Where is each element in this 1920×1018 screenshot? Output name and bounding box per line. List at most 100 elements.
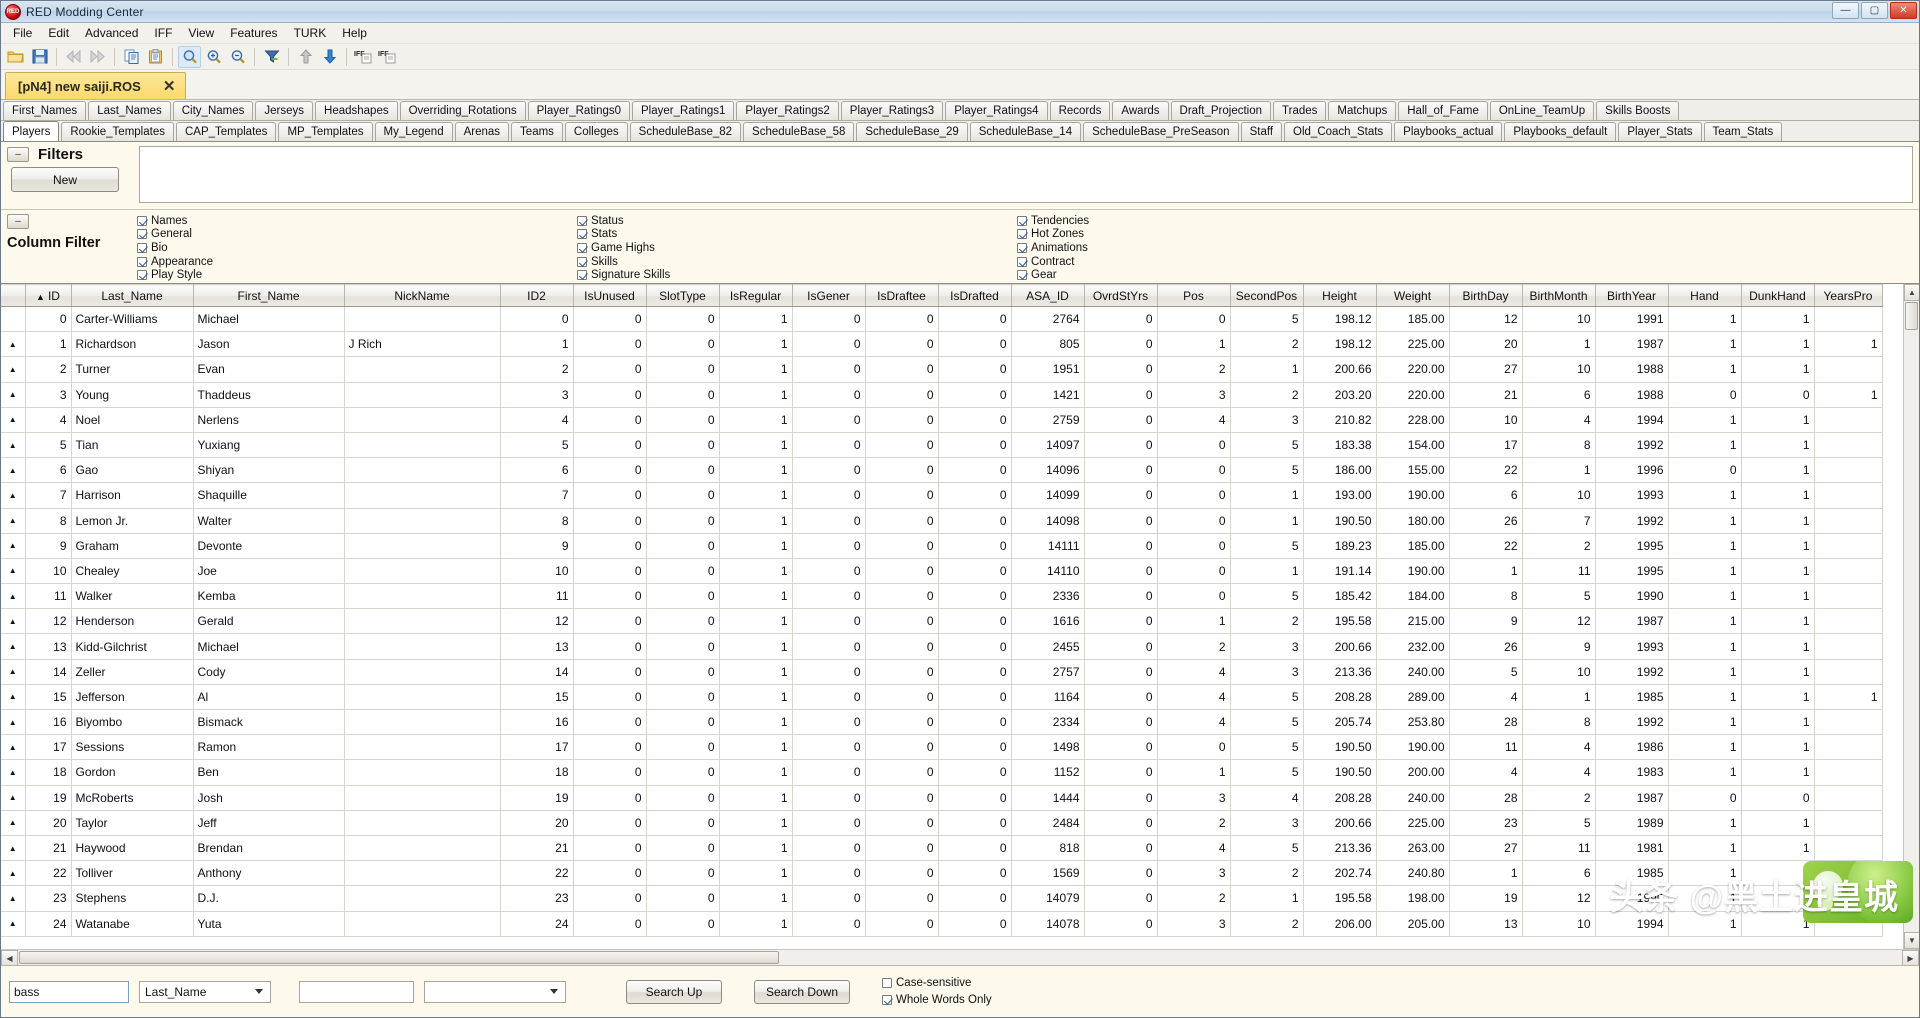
table-cell[interactable]: 21 [25, 835, 72, 862]
row-header[interactable]: ▲ [1, 482, 26, 509]
row-header[interactable]: ▲ [1, 659, 26, 685]
table-cell[interactable]: Lemon Jr. [71, 508, 194, 534]
table-cell[interactable]: 0 [1084, 810, 1158, 836]
table-cell[interactable]: Tian [71, 432, 194, 459]
table-cell[interactable]: 1421 [1011, 382, 1085, 408]
tab-schedulebase-14[interactable]: ScheduleBase_14 [969, 122, 1082, 141]
table-cell[interactable]: Haywood [71, 835, 194, 862]
table-cell[interactable]: 0 [573, 583, 647, 610]
close-button[interactable]: ✕ [1890, 2, 1917, 19]
checkbox[interactable] [577, 215, 587, 226]
table-cell[interactable]: 1991 [1595, 306, 1669, 333]
table-cell[interactable]: 0 [646, 533, 720, 559]
table-cell[interactable]: 183.38 [1303, 432, 1377, 459]
table-cell[interactable]: 5 [1230, 684, 1304, 711]
tab-online-teamup[interactable]: OnLine_TeamUp [1489, 101, 1595, 120]
row-header[interactable]: ▲ [1, 382, 26, 408]
checkbox[interactable] [137, 229, 147, 240]
table-cell[interactable]: 0 [865, 356, 939, 383]
table-cell[interactable]: 4 [1522, 734, 1596, 761]
table-cell[interactable]: 11 [500, 583, 574, 610]
table-cell[interactable]: 2757 [1011, 659, 1085, 685]
table-cell[interactable]: 2764 [1011, 306, 1085, 333]
table-cell[interactable]: 0 [1157, 432, 1231, 459]
table-cell[interactable]: 0 [792, 709, 866, 736]
table-cell[interactable]: 0 [646, 709, 720, 736]
table-cell[interactable]: 1569 [1011, 860, 1085, 887]
table-cell[interactable]: 0 [792, 810, 866, 836]
table-cell[interactable]: 0 [1084, 911, 1158, 937]
table-cell[interactable]: 9 [1522, 633, 1596, 660]
menu-item-file[interactable]: File [5, 24, 40, 42]
column-header-first_name[interactable]: First_Name [193, 284, 345, 307]
table-cell[interactable]: 5 [1230, 734, 1304, 761]
table-cell[interactable]: 200.66 [1303, 633, 1377, 660]
table-cell[interactable]: 0 [792, 457, 866, 484]
table-cell[interactable]: 193.00 [1303, 482, 1377, 509]
table-cell[interactable]: 0 [865, 835, 939, 862]
table-cell[interactable] [344, 785, 501, 811]
table-cell[interactable]: 1 [1741, 583, 1815, 610]
table-row[interactable]: ▲ 13 Kidd-Gilchrist Michael 13 0 0 1 0 0 0 2455 0 2 3 2… [1, 633, 1883, 660]
tab-city-names[interactable]: City_Names [172, 101, 254, 120]
table-cell[interactable]: 7 [25, 482, 72, 509]
table-cell[interactable]: 0 [938, 759, 1012, 786]
table-cell[interactable]: 9 [25, 533, 72, 559]
table-cell[interactable] [344, 684, 501, 711]
table-cell[interactable]: 0 [938, 911, 1012, 937]
table-cell[interactable]: 0 [573, 306, 647, 333]
table-cell[interactable]: 0 [792, 533, 866, 559]
table-cell[interactable]: 8 [500, 508, 574, 534]
table-cell[interactable]: 0 [573, 709, 647, 736]
table-cell[interactable]: 1 [719, 382, 793, 408]
menu-item-help[interactable]: Help [334, 24, 375, 42]
tab-records[interactable]: Records [1049, 101, 1111, 120]
copy-icon[interactable] [120, 46, 143, 68]
table-cell[interactable] [344, 860, 501, 887]
menu-item-turk[interactable]: TURK [286, 24, 335, 42]
table-row[interactable]: ▲ 11 Walker Kemba 11 0 0 1 0 0 0 2336 0 0 5 185.42 184.0… [1, 583, 1883, 610]
table-cell[interactable]: 0 [865, 734, 939, 761]
row-header[interactable]: ▲ [1, 860, 26, 887]
table-cell[interactable]: 2 [500, 356, 574, 383]
tab-overriding-rotations[interactable]: Overriding_Rotations [399, 101, 526, 120]
table-cell[interactable]: 1983 [1595, 759, 1669, 786]
table-cell[interactable]: 0 [792, 684, 866, 711]
table-cell[interactable] [1814, 482, 1883, 509]
table-cell[interactable]: 10 [500, 558, 574, 585]
table-cell[interactable]: Nerlens [193, 407, 345, 433]
table-cell[interactable]: 2 [1230, 608, 1304, 635]
table-cell[interactable]: 1 [1449, 860, 1523, 887]
table-cell[interactable]: 16 [500, 709, 574, 736]
table-cell[interactable]: Carter-Williams [71, 306, 194, 333]
table-cell[interactable]: 202.74 [1303, 860, 1377, 887]
table-cell[interactable]: 1 [1230, 356, 1304, 383]
table-cell[interactable]: Stephens [71, 885, 194, 912]
tab-colleges[interactable]: Colleges [564, 122, 628, 141]
table-cell[interactable]: 0 [938, 709, 1012, 736]
table-cell[interactable]: 0 [573, 911, 647, 937]
table-cell[interactable]: 0 [646, 734, 720, 761]
row-header[interactable]: ▲ [1, 583, 26, 610]
table-cell[interactable] [1814, 709, 1883, 736]
table-cell[interactable]: 184.00 [1376, 583, 1450, 610]
table-cell[interactable]: 1 [1449, 558, 1523, 585]
table-cell[interactable]: 1 [719, 810, 793, 836]
search-up-button[interactable]: Search Up [626, 979, 722, 1004]
table-cell[interactable]: 2336 [1011, 583, 1085, 610]
table-cell[interactable]: 19 [500, 785, 574, 811]
table-row[interactable]: ▲ 10 Chealey Joe 10 0 0 1 0 0 0 14110 0 0 1 191.14 190.0… [1, 558, 1883, 585]
column-filter-option-hot-zones[interactable]: Hot Zones [1017, 228, 1089, 242]
column-filter-option-status[interactable]: Status [577, 214, 1017, 228]
table-cell[interactable]: 1992 [1595, 432, 1669, 459]
table-cell[interactable]: 1 [1668, 608, 1742, 635]
table-row[interactable]: ▲ 14 Zeller Cody 14 0 0 1 0 0 0 2757 0 4 3 213.36 240.00… [1, 659, 1883, 685]
table-cell[interactable]: 1 [719, 835, 793, 862]
table-cell[interactable]: 22 [1449, 457, 1523, 484]
table-cell[interactable]: 0 [1084, 659, 1158, 685]
table-cell[interactable]: 0 [1084, 835, 1158, 862]
table-cell[interactable]: 1 [719, 785, 793, 811]
table-cell[interactable]: 0 [1157, 533, 1231, 559]
column-header-hand[interactable]: Hand [1668, 284, 1742, 307]
table-cell[interactable]: 1 [1741, 407, 1815, 433]
